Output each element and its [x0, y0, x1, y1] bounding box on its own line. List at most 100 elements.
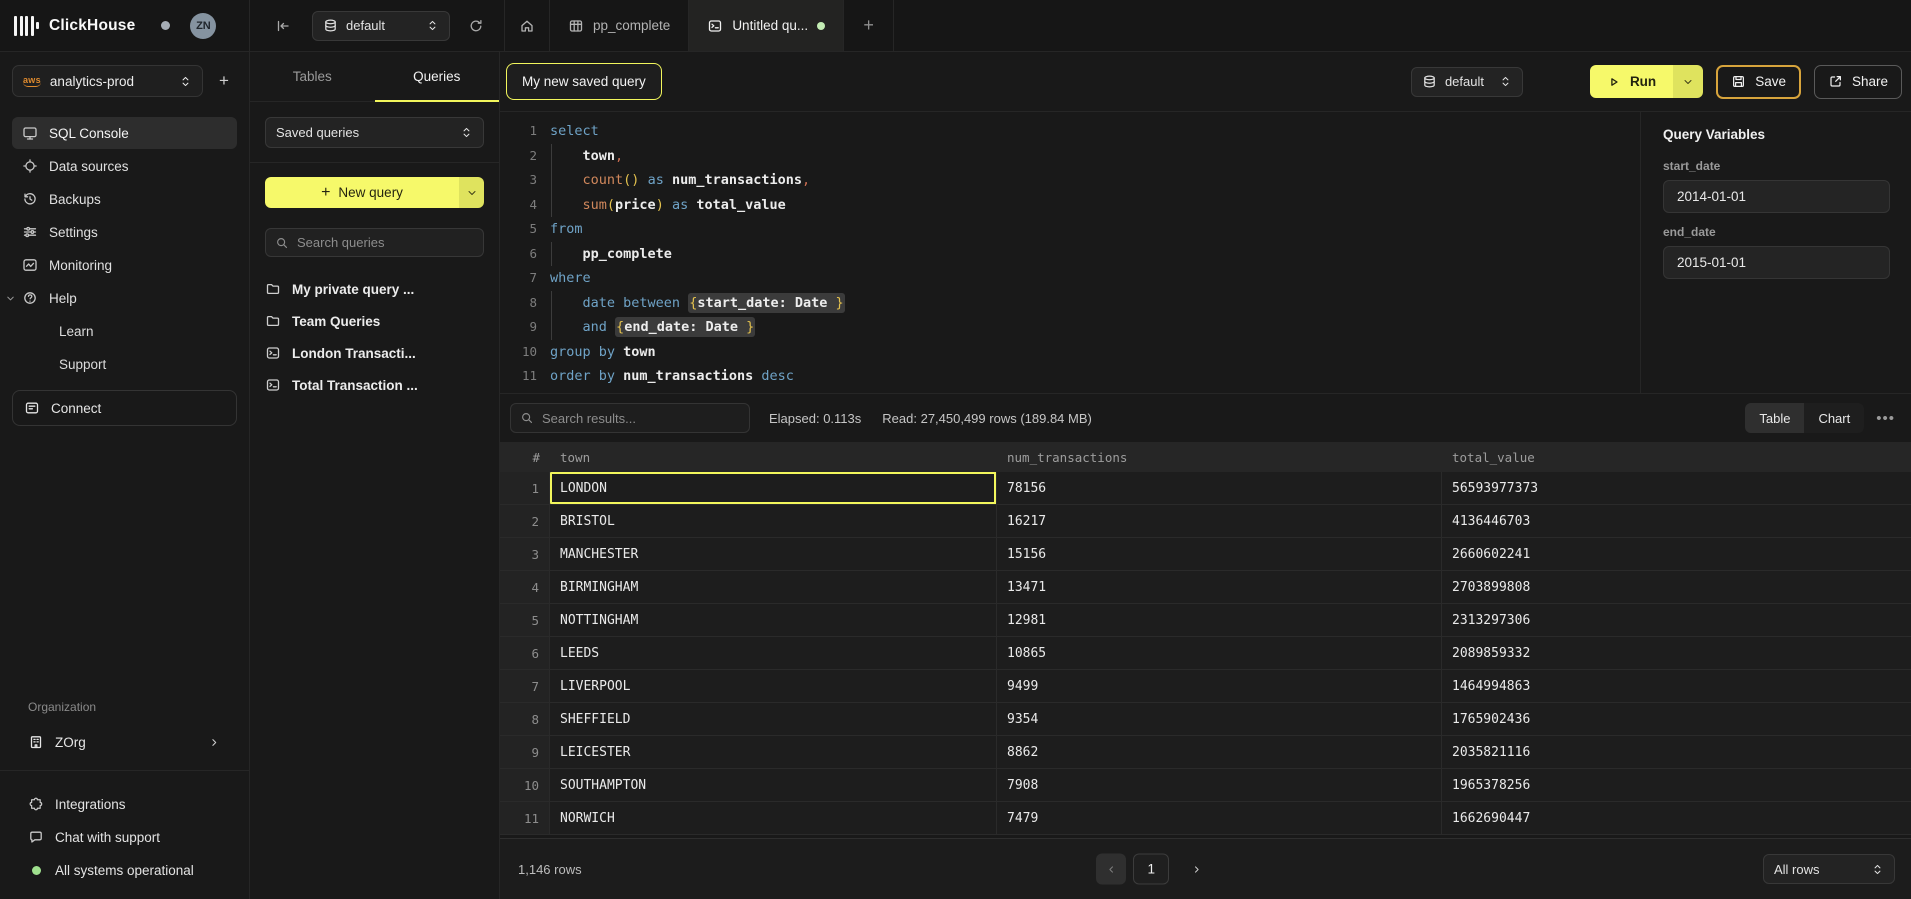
total-value-cell[interactable]: 2035821116 [1442, 736, 1911, 768]
sidebar-item-settings[interactable]: Settings [12, 216, 237, 248]
total-value-cell[interactable]: 2703899808 [1442, 571, 1911, 603]
sidebar-item-data-sources[interactable]: Data sources [12, 150, 237, 182]
code-line[interactable]: 5from [500, 217, 1640, 242]
num-transactions-cell[interactable]: 9499 [997, 670, 1442, 702]
code-line[interactable]: 10group by town [500, 340, 1640, 365]
collapse-sidebar-button[interactable] [270, 13, 296, 39]
column-header-index[interactable]: # [500, 442, 550, 472]
town-cell[interactable]: LIVERPOOL [550, 670, 997, 702]
sidebar-item-support[interactable]: Support [12, 348, 237, 380]
new-query-button[interactable]: + New query [265, 177, 484, 208]
start-date-input[interactable] [1663, 180, 1890, 213]
avatar[interactable]: ZN [190, 13, 216, 39]
row-index-cell[interactable]: 8 [500, 703, 550, 735]
query-item[interactable]: London Transacti... [265, 337, 484, 369]
sidebar-item-monitoring[interactable]: Monitoring [12, 249, 237, 281]
town-cell[interactable]: LEICESTER [550, 736, 997, 768]
row-index-cell[interactable]: 3 [500, 538, 550, 570]
row-index-cell[interactable]: 7 [500, 670, 550, 702]
row-index-cell[interactable]: 11 [500, 802, 550, 834]
sidebar-item-chat-support[interactable]: Chat with support [28, 824, 221, 850]
code-line[interactable]: 2 town, [500, 144, 1640, 169]
code-line[interactable]: 8 date between {start_date: Date } [500, 291, 1640, 316]
topbar-database-select[interactable]: default [312, 11, 450, 41]
run-button-main[interactable]: Run [1590, 65, 1673, 98]
row-index-cell[interactable]: 9 [500, 736, 550, 768]
town-cell[interactable]: LONDON [550, 472, 997, 504]
sidebar-item-integrations[interactable]: Integrations [28, 791, 221, 817]
tab-queries[interactable]: Queries [375, 52, 500, 101]
row-index-cell[interactable]: 10 [500, 769, 550, 801]
sidebar-item-help[interactable]: Help [12, 282, 237, 314]
search-results-input[interactable] [542, 411, 740, 426]
view-chart-button[interactable]: Chart [1804, 403, 1864, 433]
town-cell[interactable]: BIRMINGHAM [550, 571, 997, 603]
total-value-cell[interactable]: 1662690447 [1442, 802, 1911, 834]
total-value-cell[interactable]: 1765902436 [1442, 703, 1911, 735]
town-cell[interactable]: LEEDS [550, 637, 997, 669]
sql-editor[interactable]: 1select2 town,3 count() as num_transacti… [500, 112, 1640, 393]
tab-home[interactable] [505, 0, 550, 51]
total-value-cell[interactable]: 2089859332 [1442, 637, 1911, 669]
town-cell[interactable]: SHEFFIELD [550, 703, 997, 735]
new-query-main[interactable]: + New query [265, 177, 459, 208]
num-transactions-cell[interactable]: 13471 [997, 571, 1442, 603]
total-value-cell[interactable]: 56593977373 [1442, 472, 1911, 504]
total-value-cell[interactable]: 2313297306 [1442, 604, 1911, 636]
town-cell[interactable]: NORWICH [550, 802, 997, 834]
total-value-cell[interactable]: 2660602241 [1442, 538, 1911, 570]
service-select[interactable]: aws analytics-prod [12, 65, 203, 97]
town-cell[interactable]: BRISTOL [550, 505, 997, 537]
sidebar-item-sql-console[interactable]: SQL Console [12, 117, 237, 149]
code-line[interactable]: 6 pp_complete [500, 242, 1640, 267]
row-index-cell[interactable]: 1 [500, 472, 550, 504]
query-folder-item[interactable]: Team Queries [265, 305, 484, 337]
editor-database-select[interactable]: default [1411, 67, 1523, 97]
query-folder-item[interactable]: My private query ... [265, 273, 484, 305]
code-line[interactable]: 3 count() as num_transactions, [500, 168, 1640, 193]
run-dropdown-button[interactable] [1673, 65, 1703, 98]
column-header-town[interactable]: town [550, 442, 997, 472]
end-date-input[interactable] [1663, 246, 1890, 279]
sidebar-item-system-status[interactable]: All systems operational [28, 857, 221, 883]
num-transactions-cell[interactable]: 78156 [997, 472, 1442, 504]
add-service-button[interactable]: + [211, 68, 237, 94]
view-table-button[interactable]: Table [1745, 403, 1804, 433]
town-cell[interactable]: MANCHESTER [550, 538, 997, 570]
more-options-button[interactable]: ••• [1876, 410, 1895, 427]
num-transactions-cell[interactable]: 15156 [997, 538, 1442, 570]
column-header-total-value[interactable]: total_value [1442, 442, 1911, 472]
sidebar-item-backups[interactable]: Backups [12, 183, 237, 215]
current-page[interactable]: 1 [1133, 854, 1169, 885]
total-value-cell[interactable]: 1965378256 [1442, 769, 1911, 801]
num-transactions-cell[interactable]: 9354 [997, 703, 1442, 735]
total-value-cell[interactable]: 4136446703 [1442, 505, 1911, 537]
query-item[interactable]: Total Transaction ... [265, 369, 484, 401]
town-cell[interactable]: SOUTHAMPTON [550, 769, 997, 801]
code-line[interactable]: 9 and {end_date: Date } [500, 315, 1640, 340]
next-page-button[interactable] [1184, 854, 1210, 884]
tab-tables[interactable]: Tables [250, 52, 375, 101]
total-value-cell[interactable]: 1464994863 [1442, 670, 1911, 702]
share-button[interactable]: Share [1814, 65, 1902, 99]
previous-page-button[interactable] [1096, 854, 1126, 885]
row-index-cell[interactable]: 4 [500, 571, 550, 603]
num-transactions-cell[interactable]: 8862 [997, 736, 1442, 768]
column-header-num-transactions[interactable]: num_transactions [997, 442, 1442, 472]
num-transactions-cell[interactable]: 16217 [997, 505, 1442, 537]
saved-queries-select[interactable]: Saved queries [265, 117, 484, 148]
num-transactions-cell[interactable]: 12981 [997, 604, 1442, 636]
town-cell[interactable]: NOTTINGHAM [550, 604, 997, 636]
code-line[interactable]: 1select [500, 119, 1640, 144]
tab-untitled-query[interactable]: Untitled qu... [689, 0, 844, 51]
new-tab-button[interactable]: + [844, 0, 894, 51]
code-line[interactable]: 11order by num_transactions desc [500, 364, 1640, 389]
code-line[interactable]: 7where [500, 266, 1640, 291]
run-button[interactable]: Run [1590, 65, 1703, 98]
row-index-cell[interactable]: 6 [500, 637, 550, 669]
sidebar-item-learn[interactable]: Learn [12, 315, 237, 347]
save-button[interactable]: Save [1716, 65, 1801, 99]
num-transactions-cell[interactable]: 7908 [997, 769, 1442, 801]
organization-item[interactable]: ZOrg [0, 726, 249, 758]
page-size-select[interactable]: All rows [1763, 854, 1895, 884]
